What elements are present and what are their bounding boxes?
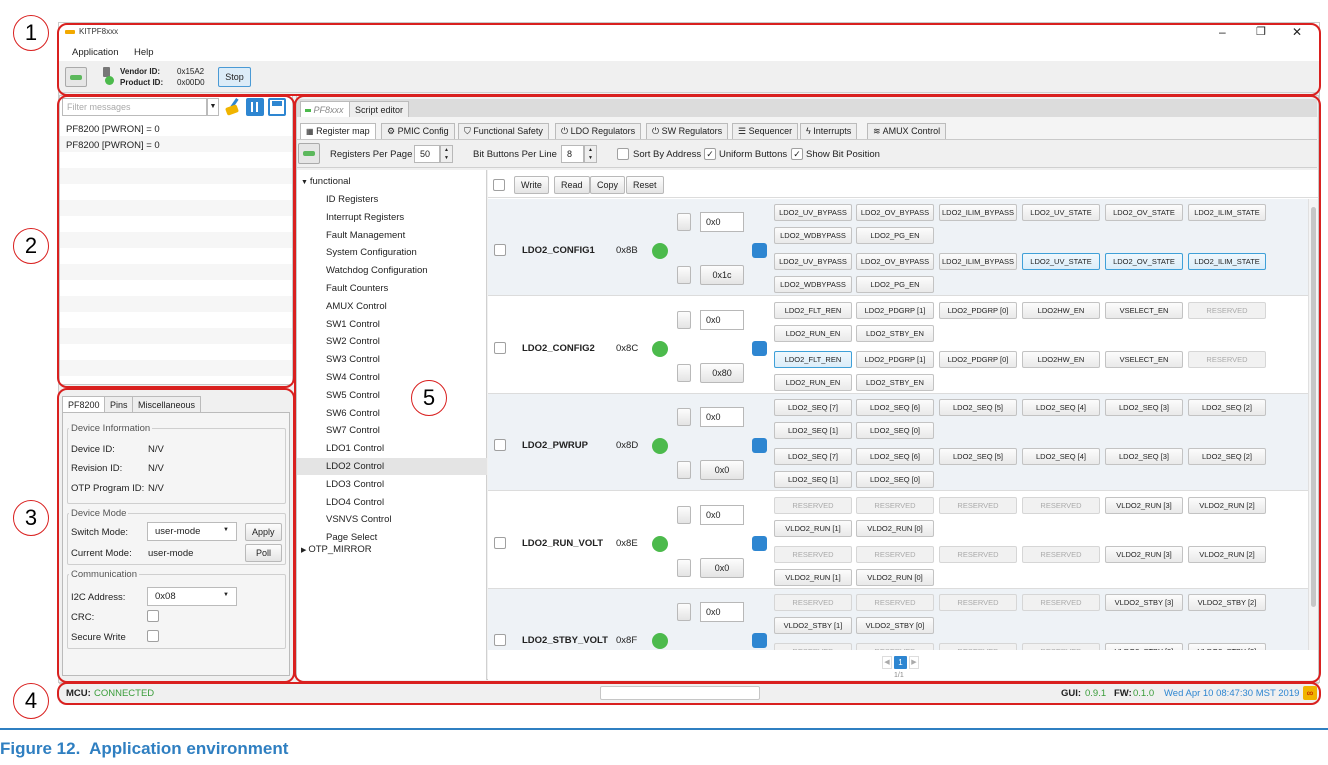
annotation-box-3 <box>57 388 295 683</box>
callout-5: 5 <box>411 380 447 416</box>
annotation-box-5 <box>294 95 1321 683</box>
callout-1: 1 <box>13 15 49 51</box>
callout-2: 2 <box>13 228 49 264</box>
callout-3: 3 <box>13 500 49 536</box>
callout-4: 4 <box>13 683 49 719</box>
annotation-box-4 <box>57 682 1321 705</box>
figure-caption: Figure 12. Application environment <box>0 739 289 758</box>
annotation-box-1 <box>57 23 1321 96</box>
annotation-box-2 <box>57 95 295 388</box>
figure-caption-rule <box>0 728 1328 730</box>
